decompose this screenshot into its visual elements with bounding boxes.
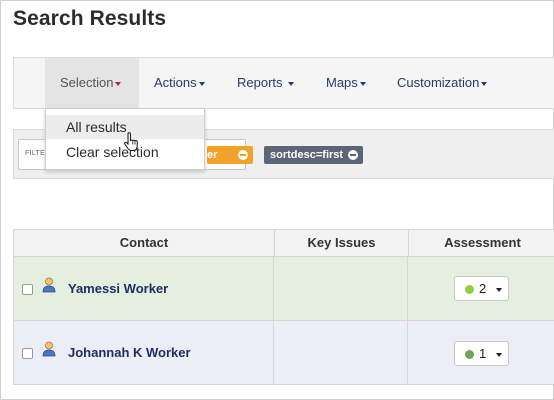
- status-dot-icon: [465, 350, 474, 359]
- remove-tag-icon[interactable]: [238, 150, 248, 160]
- menu-actions[interactable]: Actions: [154, 58, 205, 108]
- menu-actions-label: Actions: [154, 75, 197, 90]
- cell-divider: [273, 321, 274, 384]
- menu-selection-label: Selection: [60, 75, 114, 90]
- menu-reports[interactable]: Reports: [237, 58, 295, 108]
- assessment-dropdown[interactable]: 1: [454, 341, 509, 366]
- chevron-down-icon: [496, 353, 502, 357]
- toolbar-menubar: Selection Actions Reports Maps Customiza…: [13, 57, 554, 109]
- chevron-down-icon: [115, 81, 122, 86]
- menu-maps[interactable]: Maps: [326, 58, 366, 108]
- chevron-down-icon: [359, 81, 366, 86]
- column-header-contact[interactable]: Contact: [14, 230, 274, 256]
- table-row: Yamessi Worker 2: [13, 257, 554, 321]
- menu-selection[interactable]: Selection: [45, 58, 139, 108]
- filter-tag[interactable]: er: [207, 146, 253, 164]
- cell-divider: [273, 257, 274, 320]
- person-icon: [42, 341, 56, 357]
- cell-divider: [407, 257, 408, 320]
- contact-name-link[interactable]: Yamessi Worker: [68, 281, 168, 296]
- hand-pointer-icon: [124, 132, 138, 151]
- results-table: Contact Key Issues Assessment Yamessi Wo…: [13, 229, 554, 389]
- menu-customization[interactable]: Customization: [397, 58, 488, 108]
- menu-maps-label: Maps: [326, 75, 358, 90]
- person-icon: [42, 277, 56, 293]
- column-header-key-issues[interactable]: Key Issues: [274, 230, 408, 256]
- remove-tag-icon[interactable]: [348, 150, 359, 160]
- assessment-value: 1: [479, 346, 487, 361]
- app-window: Search Results Selection Actions Reports…: [0, 0, 554, 400]
- contact-name-link[interactable]: Johannah K Worker: [68, 345, 191, 360]
- chevron-down-icon: [496, 288, 502, 292]
- chevron-down-icon: [288, 81, 295, 86]
- filter-label: FILTE: [25, 150, 46, 157]
- table-header: Contact Key Issues Assessment: [13, 229, 554, 257]
- column-header-assessment[interactable]: Assessment: [408, 230, 554, 256]
- row-checkbox[interactable]: [22, 348, 33, 359]
- status-dot-icon: [465, 285, 474, 294]
- assessment-dropdown[interactable]: 2: [454, 276, 509, 301]
- filter-tag-label: er: [207, 149, 218, 161]
- page-title: Search Results: [13, 7, 167, 30]
- sort-tag-label: sortdesc=first: [270, 149, 344, 161]
- chevron-down-icon: [198, 81, 205, 86]
- chevron-down-icon: [481, 81, 488, 86]
- menu-reports-label: Reports: [237, 75, 283, 90]
- row-checkbox[interactable]: [22, 284, 33, 295]
- assessment-value: 2: [479, 281, 487, 296]
- cell-divider: [407, 321, 408, 384]
- menu-customization-label: Customization: [397, 75, 480, 90]
- table-row: Johannah K Worker 1: [13, 321, 554, 385]
- sort-tag[interactable]: sortdesc=first: [264, 146, 364, 164]
